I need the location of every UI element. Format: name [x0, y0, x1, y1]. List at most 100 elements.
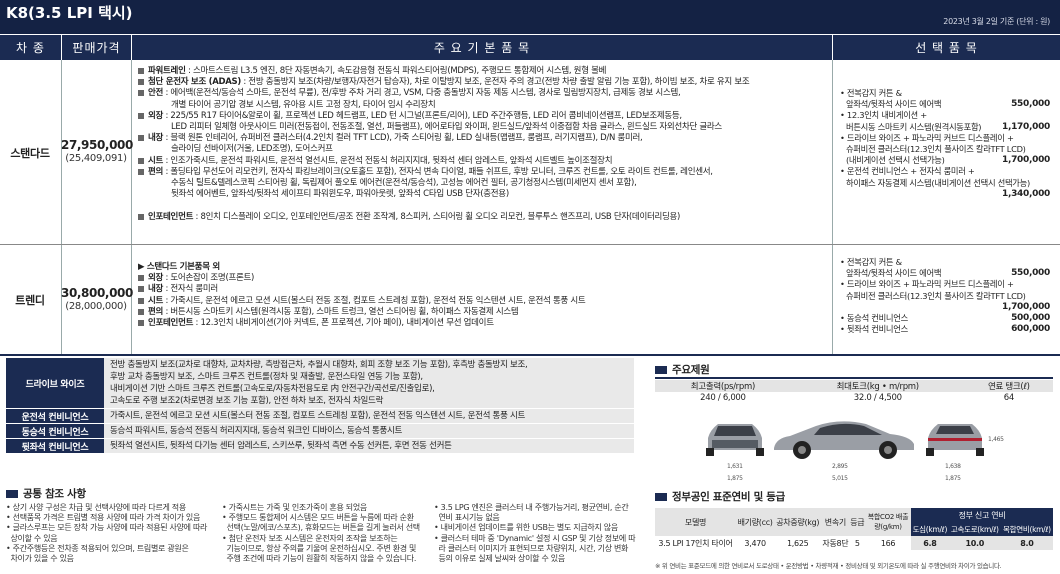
- option-name: • 드라이브 와이즈 + 파노라믹 커브드 디스플레이 +: [840, 132, 1014, 143]
- feature-category: 인포테인먼트: [148, 318, 194, 329]
- trim-trendy: 트렌디: [15, 294, 45, 307]
- note-line: 주행 조건에 따라 기능이 원활히 작동하지 않을 수 있습니다.: [222, 554, 417, 564]
- trendy-options: • 전복감지 커튼 & 앞좌석/뒷좌석 사이드 에어백 550,000 • 드라이브…: [840, 257, 1050, 335]
- option-price: 600,000: [1011, 324, 1050, 335]
- feature-line: 파워트레인 : 스마트스트림 L3.5 엔진, 8단 자동변속기, 속도감응형 …: [138, 66, 832, 77]
- option-name: 하이패스 자동결제 시스템(내비게이션 선택시 선택가능): [846, 177, 1030, 188]
- feature-category: 내장: [148, 284, 164, 295]
- option-price: 1,340,000: [1002, 188, 1050, 199]
- note-line: 상이할 수 있음: [6, 533, 58, 543]
- divider: [0, 244, 1060, 245]
- eff-subheader: 복합연비(km/ℓ): [1003, 524, 1051, 534]
- feature-text: : 인조가죽시트, 운전석 파워시트, 운전석 열선시트, 운전석 전동식 허리…: [163, 155, 613, 166]
- feature-text: : 전방 충돌방지 보조(차량/보행자/자전거 탑승자), 차로 이탈방지 보조…: [240, 77, 750, 88]
- feature-line: 수동식 틸트&텔레스코픽 스티어링 휠, 독립제어 풀오토 에어컨(운전석/동승…: [171, 178, 637, 189]
- option-package-text: 전방 충돌방지 보조(교차로 대향차, 교차차량, 측방접근차, 추월시 대향차…: [104, 358, 634, 408]
- trendy-features: ▶ 스탠다드 기본품목 외 외장 : 도어손잡이 조명(프론트) 내장 : 전자식 …: [138, 262, 832, 329]
- option-name: • 전복감지 커튼 &: [840, 257, 902, 267]
- note-line: • 3.5 LPG 엔진은 클러스터 내 주행가능거리, 평균연비, 순간: [434, 503, 629, 512]
- page-title: K8(3.5 LPI 택시): [6, 4, 133, 22]
- note-line: • 글라스루프는 모든 장착 가능 사양에 따라 적용된 사양에 따라: [6, 523, 208, 533]
- option-row: • 전복감지 커튼 &: [840, 257, 1050, 268]
- notes-col2: • 가죽시트는 가죽 및 인조가죽이 혼용 되었음 • 주행모드 통합제어 시스템…: [222, 503, 432, 564]
- bullet-icon: [138, 213, 144, 220]
- eff-header: 정부 신고 연비: [911, 508, 1053, 522]
- dim-front-track: 1,875: [727, 475, 743, 482]
- option-row: 슈퍼비전 클러스터(12.3인치 풀사이즈 칼라TFT LCD): [840, 291, 1050, 302]
- option-package-line: 후방 교차 충돌방지 보조, 스마트 크루즈 컨트롤(정차 및 재출발, 운전스…: [110, 372, 423, 382]
- feature-text: : 도어손잡이 조명(프론트): [163, 273, 255, 284]
- spec-header: 연료 탱크(ℓ): [964, 380, 1053, 392]
- feature-line: [138, 200, 832, 211]
- option-row: • 동승석 컨비니언스 500,000: [840, 313, 1050, 324]
- option-package-row: 동승석 컨비니언스 동승석 파워시트, 동승석 전동식 허리지지대, 동승석 워크…: [6, 424, 634, 439]
- option-name: [840, 189, 846, 200]
- bullet-icon: [138, 90, 144, 97]
- car-rear-view: [926, 424, 984, 456]
- bullet-icon: [138, 297, 144, 304]
- option-price: 1,170,000: [1002, 121, 1050, 132]
- feature-category: 외장: [148, 110, 164, 121]
- eff-header: 공차중량(kg): [776, 517, 820, 527]
- option-package-line: 고속도로 주행 보조2(차로변경 보조 기능 포함), 안전 하차 보조, 전자…: [110, 396, 384, 406]
- specs-label: 주요제원: [672, 364, 710, 376]
- option-row: 1,700,000: [840, 302, 1050, 313]
- note-line: 라 클러스터 이미지가 표현되므로 차량위치, 시간, 기상 변화: [434, 543, 629, 553]
- efficiency-label: 정부공인 표준연비 및 등급: [672, 491, 786, 503]
- option-price: 550,000: [1011, 99, 1050, 110]
- bullet-icon: [138, 308, 144, 315]
- feature-text: : 가죽시트, 운전석 에르고 모션 시트(볼스터 전동 조절, 컴포트 스트레…: [163, 295, 586, 306]
- option-name: 슈퍼비전 클러스터(12.3인치 풀사이즈 칼라TFT LCD): [846, 290, 1026, 301]
- option-name: 슈퍼비전 클러스터(12.3인치 풀사이즈 칼라TFT LCD): [846, 144, 1026, 155]
- spec-value: 32.0 / 4,500: [853, 393, 902, 403]
- option-row: 1,340,000: [840, 189, 1050, 200]
- bullet-icon: [138, 286, 144, 293]
- car-side-view: [774, 421, 914, 459]
- note-line: 선택(노말/에코/스포츠), 휴화모드는 버튼을 길게 눌러서 선택: [222, 523, 420, 533]
- option-price: 1,700,000: [1002, 155, 1050, 166]
- feature-line: 안전 : 에어백(운전석/동승석 스마트, 운전석 무릎), 전/후방 주차 거…: [138, 88, 832, 99]
- option-price: 1,700,000: [1002, 301, 1050, 312]
- header-options: 선 택 품 목: [833, 35, 1060, 60]
- feature-line: 외장 : 도어손잡이 조명(프론트): [138, 273, 832, 284]
- feature-category: 파워트레인: [148, 66, 186, 76]
- option-name: • 12.3인치 내비게이션 +: [840, 110, 927, 121]
- option-name: • 전복감지 커튼 &: [840, 88, 902, 98]
- section-marker: [6, 489, 18, 498]
- option-row: • 전복감지 커튼 &: [840, 88, 1050, 99]
- eff-subheader: 도심(km/ℓ): [912, 524, 948, 534]
- eff-cell: 3.5 LPI 17인치 타이어: [658, 538, 733, 548]
- spec-header: 최대토크(kg • m/rpm): [790, 380, 965, 392]
- divider: [832, 60, 833, 354]
- option-package-line: 전방 충돌방지 보조(교차로 대향차, 교차차량, 측방접근차, 추월시 대향차…: [110, 360, 528, 370]
- efficiency-note: ※ 위 연비는 표준모드에 의한 연비로서 도로상태 • 운전방법 • 차량적재…: [655, 562, 1002, 570]
- option-name: (내비게이션 선택시 선택가능): [846, 155, 945, 166]
- feature-line: 인포테인먼트 : 8인치 디스플레이 오디오, 인포테인먼트/공조 전환 조작계…: [138, 212, 832, 223]
- eff-cell: 166: [880, 538, 896, 548]
- eff-cell: 10.0: [948, 536, 1001, 550]
- feature-text: : 스마트스트림 L3.5 엔진, 8단 자동변속기, 속도감응형 전동식 파워…: [185, 66, 607, 76]
- dim-rear-track: 1,875: [945, 475, 961, 482]
- option-package-label: 운전석 컨비니언스: [6, 409, 104, 423]
- note-line: 등의 이유로 실제 날씨와 상이할 수 있음: [434, 554, 565, 564]
- note-line: • 내비게이션 업데이트를 위한 USB는 별도 지급하지 않음: [434, 523, 618, 533]
- eff-subheader: 고속도로(km/ℓ): [950, 524, 999, 534]
- trim-standard: 스탠다드: [10, 147, 50, 160]
- divider: [0, 354, 1060, 356]
- option-row: • 12.3인치 내비게이션 +: [840, 110, 1050, 121]
- option-package-line: 가죽시트, 운전석 에르고 모션 시트(볼스터 전동 조절, 컴포트 스트레칭 …: [110, 411, 526, 421]
- option-row: 슈퍼비전 클러스터(12.3인치 풀사이즈 칼라TFT LCD): [840, 144, 1050, 155]
- option-name: 버튼시동 스마트키 시스템(원격시동포함): [846, 121, 982, 132]
- price-trendy: 30,800,000: [61, 286, 133, 300]
- bullet-icon: [138, 135, 144, 142]
- option-name: 앞좌석/뒷좌석 사이드 에어백: [846, 268, 942, 279]
- eff-header: 변속기: [824, 517, 846, 527]
- feature-category: 시트: [148, 295, 164, 306]
- notes-col3: • 3.5 LPG 엔진은 클러스터 내 주행가능거리, 평균연비, 순간 연비…: [434, 503, 644, 564]
- feature-line: 외장 : 225/55 R17 타이어&알로이 휠, 프로젝션 LED 헤드램프…: [138, 111, 832, 122]
- feature-category: 안전: [148, 88, 164, 99]
- header-price: 판매가격: [62, 35, 131, 60]
- feature-line: 인포테인먼트 : 12.3인치 내비게이션(기아 커넥트, 폰 프로젝션, 기아…: [138, 318, 832, 329]
- option-packages: 드라이브 와이즈 전방 충돌방지 보조(교차로 대향차, 교차차량, 측방접근차,…: [6, 358, 634, 454]
- option-package-text: 동승석 파워시트, 동승석 전동식 허리지지대, 동승석 워크인 디바이스, 동…: [104, 424, 634, 438]
